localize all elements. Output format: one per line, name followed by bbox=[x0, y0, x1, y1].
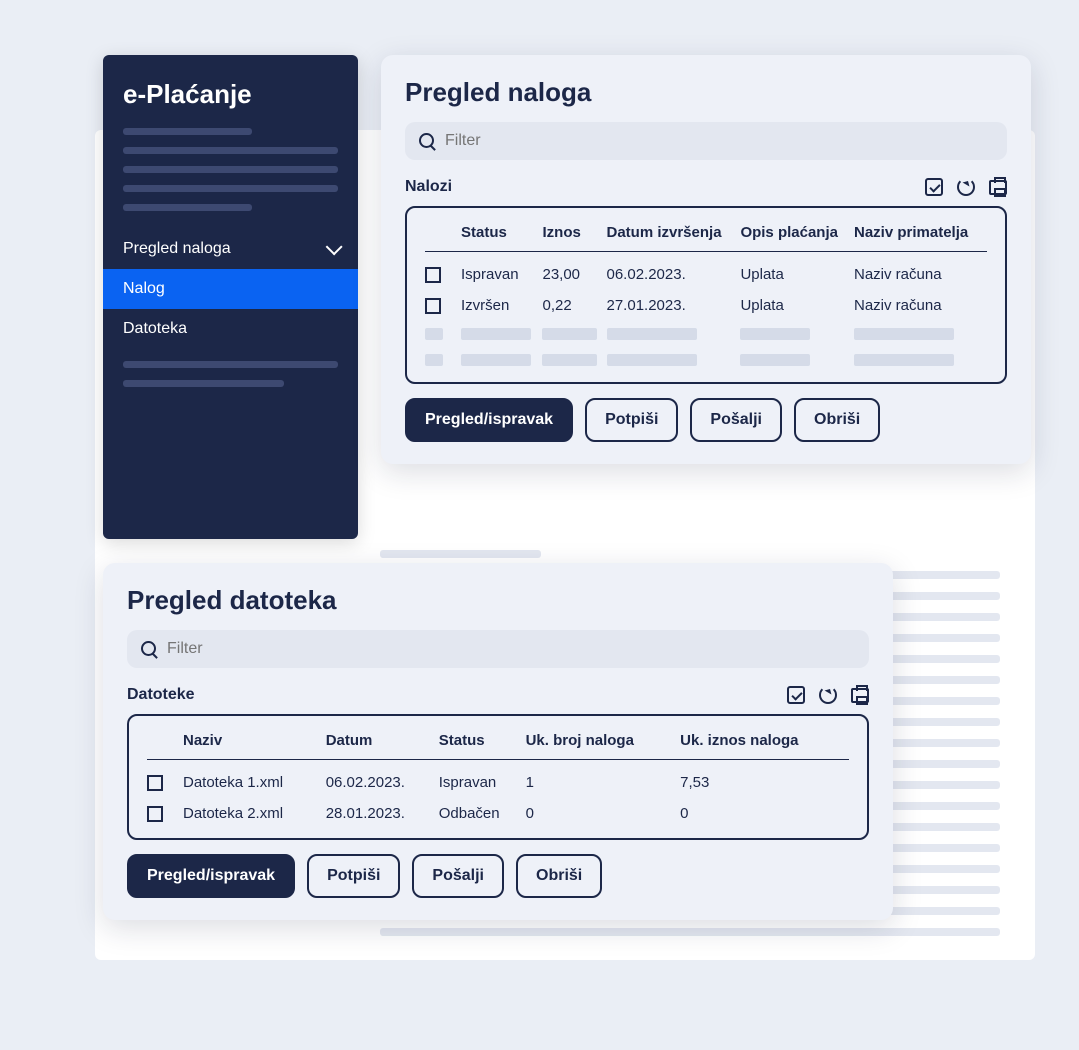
col-iznos: Uk. iznos naloga bbox=[680, 732, 849, 760]
table-header-row: Status Iznos Datum izvršenja Opis plaćan… bbox=[425, 224, 987, 252]
sidebar-item-nalog[interactable]: Nalog bbox=[103, 269, 358, 309]
table-header-row: Naziv Datum Status Uk. broj naloga Uk. i… bbox=[147, 732, 849, 760]
refresh-icon[interactable] bbox=[957, 178, 975, 196]
print-icon[interactable] bbox=[851, 688, 869, 703]
panel-pregled-datoteka: Pregled datoteka Datoteke Naziv Datum St… bbox=[103, 563, 893, 920]
placeholder-row bbox=[425, 340, 987, 366]
sidebar-title: e-Plaćanje bbox=[103, 55, 358, 128]
table-subheader: Nalozi bbox=[405, 178, 452, 196]
panel-title: Pregled naloga bbox=[405, 77, 1007, 108]
filter-bar[interactable] bbox=[405, 122, 1007, 160]
posalji-button[interactable]: Pošalji bbox=[690, 398, 782, 442]
panel-pregled-naloga: Pregled naloga Nalozi Status Iznos Datum… bbox=[381, 55, 1031, 464]
chevron-down-icon bbox=[326, 238, 343, 255]
search-icon bbox=[141, 641, 157, 657]
sidebar-item-datoteka[interactable]: Datoteka bbox=[103, 309, 358, 349]
col-naziv: Naziv primatelja bbox=[854, 224, 987, 252]
table-row[interactable]: Izvršen 0,22 27.01.2023. Uplata Naziv ra… bbox=[425, 283, 987, 314]
row-checkbox[interactable] bbox=[147, 806, 163, 822]
table-row[interactable]: Datoteka 2.xml 28.01.2023. Odbačen 0 0 bbox=[147, 791, 849, 822]
posalji-button[interactable]: Pošalji bbox=[412, 854, 504, 898]
potpisi-button[interactable]: Potpiši bbox=[307, 854, 400, 898]
potpisi-button[interactable]: Potpiši bbox=[585, 398, 678, 442]
col-status: Status bbox=[461, 224, 542, 252]
select-all-icon[interactable] bbox=[925, 178, 943, 196]
col-datum: Datum bbox=[326, 732, 439, 760]
obrisi-button[interactable]: Obriši bbox=[794, 398, 880, 442]
col-iznos: Iznos bbox=[542, 224, 606, 252]
select-all-icon[interactable] bbox=[787, 686, 805, 704]
panel-title: Pregled datoteka bbox=[127, 585, 869, 616]
sidebar: e-Plaćanje Pregled naloga Nalog Datoteka bbox=[103, 55, 358, 539]
search-icon bbox=[419, 133, 435, 149]
filter-input[interactable] bbox=[445, 132, 993, 150]
row-checkbox[interactable] bbox=[147, 775, 163, 791]
sidebar-placeholder-lines bbox=[103, 128, 358, 229]
table-row[interactable]: Datoteka 1.xml 06.02.2023. Ispravan 1 7,… bbox=[147, 760, 849, 792]
row-checkbox[interactable] bbox=[425, 267, 441, 283]
placeholder-row bbox=[425, 314, 987, 340]
obrisi-button[interactable]: Obriši bbox=[516, 854, 602, 898]
print-icon[interactable] bbox=[989, 180, 1007, 195]
sidebar-item-label: Datoteka bbox=[123, 320, 187, 338]
col-status: Status bbox=[439, 732, 526, 760]
col-opis: Opis plaćanja bbox=[740, 224, 854, 252]
table-subheader: Datoteke bbox=[127, 686, 195, 704]
filter-bar[interactable] bbox=[127, 630, 869, 668]
col-naziv: Naziv bbox=[183, 732, 326, 760]
table-container: Status Iznos Datum izvršenja Opis plaćan… bbox=[405, 206, 1007, 384]
row-checkbox[interactable] bbox=[425, 298, 441, 314]
filter-input[interactable] bbox=[167, 640, 855, 658]
table-row[interactable]: Ispravan 23,00 06.02.2023. Uplata Naziv … bbox=[425, 252, 987, 284]
sidebar-placeholder-lines bbox=[103, 349, 358, 405]
sidebar-item-pregled-naloga[interactable]: Pregled naloga bbox=[103, 229, 358, 269]
col-datum: Datum izvršenja bbox=[607, 224, 741, 252]
col-broj: Uk. broj naloga bbox=[526, 732, 681, 760]
sidebar-item-label: Nalog bbox=[123, 280, 165, 298]
pregled-button[interactable]: Pregled/ispravak bbox=[405, 398, 573, 442]
table-container: Naziv Datum Status Uk. broj naloga Uk. i… bbox=[127, 714, 869, 840]
sidebar-item-label: Pregled naloga bbox=[123, 240, 231, 258]
refresh-icon[interactable] bbox=[819, 686, 837, 704]
pregled-button[interactable]: Pregled/ispravak bbox=[127, 854, 295, 898]
